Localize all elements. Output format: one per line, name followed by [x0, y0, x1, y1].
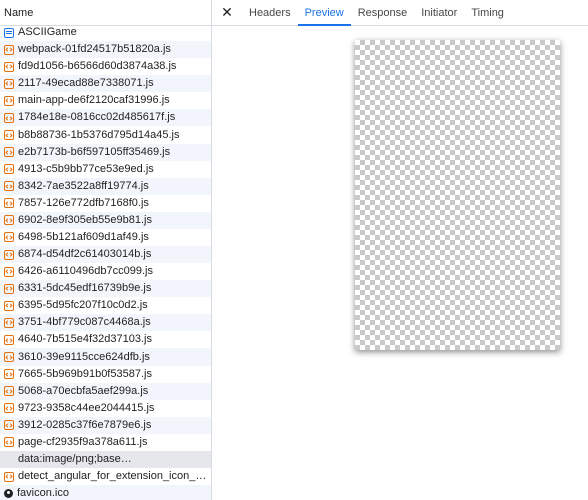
request-name: favicon.ico	[17, 487, 69, 500]
request-row[interactable]: 4913-c5b9bb77ce53e9ed.js	[0, 161, 211, 178]
script-icon	[4, 403, 14, 414]
script-icon	[4, 61, 14, 72]
tab-response[interactable]: Response	[351, 0, 415, 25]
tab-timing[interactable]: Timing	[464, 0, 511, 25]
script-icon	[4, 386, 14, 397]
request-name: 9723-9358c44ee2044415.js	[18, 401, 155, 414]
request-name: 1784e18e-0816cc02d485617f.js	[18, 111, 176, 124]
request-name: detect_angular_for_extension_icon_bund…	[18, 470, 211, 483]
request-name: e2b7173b-b6f597105ff35469.js	[18, 145, 171, 158]
request-row[interactable]: 3912-0285c37f6e7879e6.js	[0, 416, 211, 434]
request-name: main-app-de6f2120caf31996.js	[18, 94, 170, 107]
document-icon	[4, 27, 14, 38]
request-row[interactable]: 4640-7b515e4f32d37103.js	[0, 331, 211, 348]
request-row[interactable]: 7857-126e772dfb7168f0.js	[0, 195, 211, 212]
request-name: 4913-c5b9bb77ce53e9ed.js	[18, 162, 154, 175]
request-name: 6874-d54df2c61403014b.js	[18, 248, 152, 261]
request-row[interactable]: 1784e18e-0816cc02d485617f.js	[0, 109, 211, 127]
details-tabbar: ✕ Headers Preview Response Initiator Timing	[212, 0, 588, 26]
request-name: b8b88736-1b5376d795d14a45.js	[18, 128, 180, 141]
request-name: ASCIIGame	[18, 26, 77, 39]
request-row-selected[interactable]: data:image/png;base…	[0, 450, 211, 469]
script-icon	[4, 471, 14, 482]
script-icon	[4, 437, 14, 448]
script-icon	[4, 283, 14, 294]
tab-initiator[interactable]: Initiator	[414, 0, 464, 25]
request-name: 6426-a6110496db7cc099.js	[18, 265, 153, 278]
script-icon	[4, 147, 14, 158]
request-row[interactable]: 5068-a70ecbfa5aef299a.js	[0, 382, 211, 400]
request-name: 3751-4bf779c087c4468a.js	[18, 316, 151, 329]
favicon-icon	[4, 489, 13, 499]
request-name: 8342-7ae3522a8ff19774.js	[18, 179, 149, 192]
request-name: 6902-8e9f305eb55e9b81.js	[18, 213, 152, 226]
script-icon	[4, 420, 14, 431]
request-name: 5068-a70ecbfa5aef299a.js	[18, 384, 149, 397]
preview-pane	[212, 26, 588, 500]
request-name: 3610-39e9115cce624dfb.js	[18, 350, 150, 363]
request-name: webpack-01fd24517b51820a.js	[18, 43, 171, 56]
request-row[interactable]: e2b7173b-b6f597105ff35469.js	[0, 143, 211, 161]
request-row[interactable]: 3751-4bf779c087c4468a.js	[0, 314, 211, 332]
request-row[interactable]: 6426-a6110496db7cc099.js	[0, 263, 211, 280]
script-icon	[4, 78, 14, 89]
script-icon	[4, 164, 14, 175]
script-icon	[4, 181, 14, 192]
request-details-panel: ✕ Headers Preview Response Initiator Timing	[212, 0, 588, 500]
request-row[interactable]: 6498-5b121af609d1af49.js	[0, 229, 211, 246]
request-row[interactable]: 9723-9358c44ee2044415.js	[0, 400, 211, 417]
request-name: 6498-5b121af609d1af49.js	[18, 230, 149, 243]
request-row[interactable]: 6902-8e9f305eb55e9b81.js	[0, 211, 211, 229]
script-icon	[4, 266, 14, 277]
script-icon	[4, 215, 14, 226]
request-name: 4640-7b515e4f32d37103.js	[18, 333, 152, 346]
close-details-button[interactable]: ✕	[212, 0, 242, 25]
script-icon	[4, 112, 14, 123]
request-row[interactable]: 2117-49ecad88e7338071.js	[0, 75, 211, 93]
request-name: page-cf2935f9a378a611.js	[18, 435, 148, 448]
request-row[interactable]: webpack-01fd24517b51820a.js	[0, 41, 211, 59]
image-preview	[355, 40, 560, 350]
tab-headers[interactable]: Headers	[242, 0, 298, 25]
script-icon	[4, 317, 14, 328]
request-name: 6395-5d95fc207f10c0d2.js	[18, 299, 148, 312]
name-column-header[interactable]: Name	[0, 0, 211, 26]
request-row[interactable]: favicon.ico	[0, 485, 211, 500]
blank-icon	[4, 454, 14, 464]
request-row[interactable]: 6874-d54df2c61403014b.js	[0, 246, 211, 264]
close-icon: ✕	[221, 4, 233, 20]
request-row[interactable]: 8342-7ae3522a8ff19774.js	[0, 177, 211, 195]
tab-preview[interactable]: Preview	[297, 0, 351, 26]
script-icon	[4, 300, 14, 311]
request-row[interactable]: 7665-5b969b91b0f53587.js	[0, 366, 211, 383]
script-icon	[4, 249, 14, 260]
request-name: fd9d1056-b6566d60d3874a38.js	[18, 60, 177, 73]
request-name: 2117-49ecad88e7338071.js	[18, 77, 154, 90]
script-icon	[4, 232, 14, 243]
request-row[interactable]: 3610-39e9115cce624dfb.js	[0, 348, 211, 366]
script-icon	[4, 130, 14, 140]
script-icon	[4, 44, 14, 55]
request-row[interactable]: main-app-de6f2120caf31996.js	[0, 92, 211, 109]
request-name: 7665-5b969b91b0f53587.js	[18, 367, 152, 380]
request-row[interactable]: ASCIIGame	[0, 24, 211, 41]
request-row[interactable]: fd9d1056-b6566d60d3874a38.js	[0, 58, 211, 75]
request-name: 3912-0285c37f6e7879e6.js	[18, 418, 152, 431]
script-icon	[4, 369, 14, 380]
request-rows: ASCIIGame webpack-01fd24517b51820a.js fd9d…	[0, 24, 211, 500]
script-icon	[4, 95, 14, 106]
request-name: 7857-126e772dfb7168f0.js	[18, 196, 149, 209]
network-request-list: Name ASCIIGame webpack-01fd24517b51820a.j…	[0, 0, 212, 500]
script-icon	[4, 334, 14, 345]
request-row[interactable]: 6331-5dc45edf16739b9e.js	[0, 280, 211, 298]
request-row[interactable]: page-cf2935f9a378a611.js	[0, 434, 211, 451]
request-row[interactable]: 6395-5d95fc207f10c0d2.js	[0, 297, 211, 314]
request-name: data:image/png;base…	[18, 452, 132, 465]
request-row[interactable]: detect_angular_for_extension_icon_bund…	[0, 468, 211, 485]
script-icon	[4, 198, 14, 209]
script-icon	[4, 352, 14, 363]
request-name: 6331-5dc45edf16739b9e.js	[18, 282, 152, 295]
request-row[interactable]: b8b88736-1b5376d795d14a45.js	[0, 126, 211, 143]
